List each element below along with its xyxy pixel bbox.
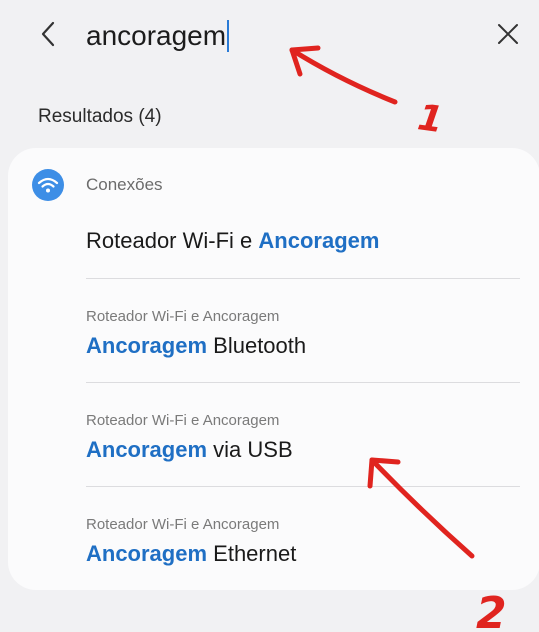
- result-item[interactable]: Roteador Wi-Fi e Ancoragem Ancoragem Blu…: [86, 308, 520, 359]
- result-item[interactable]: Roteador Wi-Fi e Ancoragem: [86, 228, 520, 254]
- search-bar: ancoragem: [0, 0, 539, 70]
- chevron-left-icon: [41, 21, 55, 47]
- result-highlight: Ancoragem: [86, 333, 208, 358]
- result-title: Roteador Wi-Fi e Ancoragem: [86, 228, 520, 254]
- result-subtitle: Roteador Wi-Fi e Ancoragem: [86, 412, 280, 429]
- result-title-suffix: Bluetooth: [207, 333, 307, 358]
- result-subtitle: Roteador Wi-Fi e Ancoragem: [86, 308, 280, 325]
- clear-search-button[interactable]: [490, 16, 526, 52]
- result-title: Ancoragem via USB: [86, 437, 520, 463]
- text-cursor: [227, 20, 230, 52]
- search-query: ancoragem: [86, 20, 227, 51]
- search-input[interactable]: ancoragem: [86, 16, 230, 56]
- category-header: Conexões: [32, 168, 163, 202]
- results-card: Conexões Roteador Wi-Fi e Ancoragem Rote…: [8, 148, 539, 590]
- result-title-text: Roteador Wi-Fi e: [86, 228, 259, 253]
- wifi-icon: [32, 169, 64, 201]
- annotation-marker-2: 2: [476, 588, 507, 632]
- close-icon: [498, 24, 518, 44]
- result-highlight: Ancoragem: [86, 437, 208, 462]
- results-count: Resultados (4): [38, 106, 162, 127]
- result-title: Ancoragem Bluetooth: [86, 333, 520, 359]
- result-title: Ancoragem Ethernet: [86, 541, 520, 567]
- divider: [86, 278, 520, 279]
- back-button[interactable]: [30, 16, 66, 52]
- result-subtitle: Roteador Wi-Fi e Ancoragem: [86, 516, 280, 533]
- annotation-marker-1: 1: [415, 97, 446, 141]
- result-highlight: Ancoragem: [86, 541, 208, 566]
- divider: [86, 486, 520, 487]
- result-item[interactable]: Roteador Wi-Fi e Ancoragem Ancoragem Eth…: [86, 516, 520, 567]
- result-title-suffix: Ethernet: [207, 541, 297, 566]
- category-label: Conexões: [86, 175, 163, 194]
- result-highlight: Ancoragem: [258, 228, 380, 253]
- result-title-suffix: via USB: [207, 437, 293, 462]
- divider: [86, 382, 520, 383]
- result-item[interactable]: Roteador Wi-Fi e Ancoragem Ancoragem via…: [86, 412, 520, 463]
